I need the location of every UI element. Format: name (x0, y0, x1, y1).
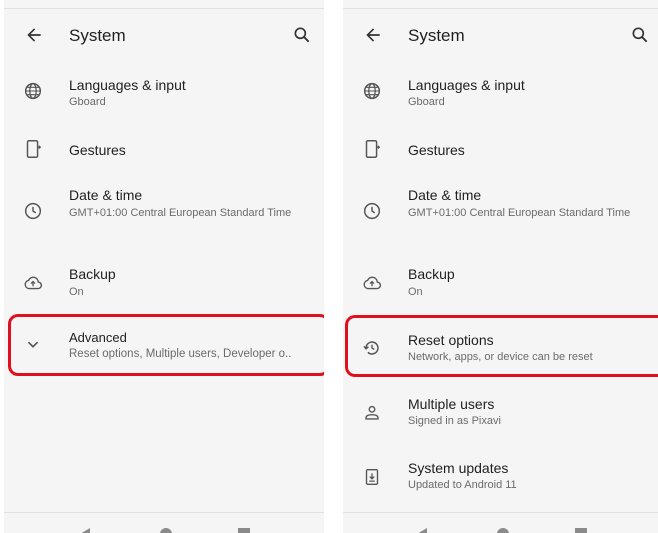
globe-icon (24, 82, 42, 100)
clock-icon (363, 202, 381, 220)
nav-home-icon[interactable] (160, 528, 172, 533)
setting-subtitle: Signed in as Pixavi (408, 415, 501, 427)
setting-backup[interactable]: Backup On (343, 262, 658, 306)
globe-icon (363, 82, 381, 100)
clock-icon (24, 202, 42, 220)
setting-title: Backup (408, 266, 455, 282)
setting-date-time[interactable]: Date & time GMT+01:00 Central European S… (4, 182, 324, 244)
gestures-icon (26, 140, 42, 158)
left-screen: System Languages & input Gboard Gestures… (4, 0, 324, 533)
setting-reset-options[interactable]: Reset options Network, apps, or device c… (343, 328, 658, 372)
setting-title: Languages & input (408, 77, 525, 93)
top-divider (4, 8, 324, 9)
setting-title: Multiple users (408, 396, 495, 412)
nav-recents-icon[interactable] (575, 528, 587, 533)
navigation-bar (343, 512, 658, 533)
setting-title: Backup (69, 266, 116, 282)
back-arrow-icon[interactable] (24, 25, 44, 45)
setting-subtitle: On (408, 286, 423, 298)
search-icon[interactable] (292, 25, 312, 45)
setting-title: System updates (408, 460, 509, 476)
app-bar: System (4, 12, 324, 58)
top-divider (343, 8, 658, 9)
setting-title: Date & time (408, 187, 482, 203)
right-screen: System Languages & input Gboard Gestures… (343, 0, 658, 533)
setting-subtitle: Gboard (408, 96, 445, 108)
gestures-icon (365, 140, 381, 158)
person-icon (365, 405, 379, 420)
nav-divider (4, 512, 324, 513)
setting-system-updates[interactable]: System updates Updated to Android 11 (343, 458, 658, 498)
nav-back-icon[interactable] (417, 528, 427, 533)
setting-gestures[interactable]: Gestures (343, 132, 658, 168)
app-bar: System (343, 12, 658, 58)
setting-title: Reset options (408, 332, 494, 348)
setting-languages[interactable]: Languages & input Gboard (4, 72, 324, 122)
setting-title: Gestures (69, 142, 126, 158)
system-update-icon (365, 468, 379, 486)
setting-title: Date & time (69, 187, 143, 203)
setting-subtitle: GMT+01:00 Central European Standard Time (69, 207, 292, 219)
setting-backup[interactable]: Backup On (4, 262, 324, 306)
nav-back-icon[interactable] (80, 528, 90, 533)
nav-recents-icon[interactable] (238, 528, 250, 533)
setting-date-time[interactable]: Date & time GMT+01:00 Central European S… (343, 182, 658, 244)
setting-multiple-users[interactable]: Multiple users Signed in as Pixavi (343, 394, 658, 434)
navigation-bar (4, 512, 324, 533)
setting-subtitle: Gboard (69, 96, 106, 108)
setting-languages[interactable]: Languages & input Gboard (343, 72, 658, 122)
page-title: System (69, 26, 126, 45)
setting-title: Gestures (408, 142, 465, 158)
setting-title: Advanced (69, 330, 127, 345)
restore-icon (363, 341, 379, 355)
setting-subtitle: Updated to Android 11 (408, 479, 517, 491)
setting-subtitle: GMT+01:00 Central European Standard Time (408, 207, 631, 219)
search-icon[interactable] (630, 25, 650, 45)
setting-subtitle: Reset options, Multiple users, Developer… (69, 348, 292, 360)
cloud-upload-icon (363, 276, 382, 290)
cloud-upload-icon (24, 276, 43, 290)
page-title: System (408, 26, 465, 45)
setting-title: Languages & input (69, 77, 186, 93)
nav-divider (343, 512, 658, 513)
setting-subtitle: On (69, 286, 84, 298)
setting-subtitle: Network, apps, or device can be reset (408, 351, 593, 363)
chevron-down-icon (27, 341, 39, 348)
back-arrow-icon[interactable] (363, 25, 383, 45)
setting-advanced[interactable]: Advanced Reset options, Multiple users, … (4, 324, 324, 368)
nav-home-icon[interactable] (497, 528, 509, 533)
setting-gestures[interactable]: Gestures (4, 132, 324, 168)
